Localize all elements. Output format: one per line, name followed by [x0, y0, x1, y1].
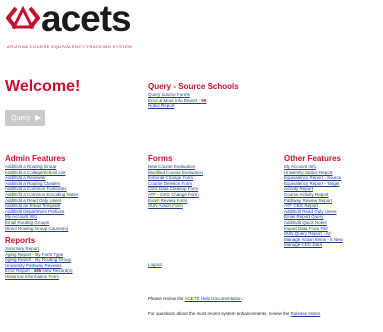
report-link[interactable]: Historical Information Form	[5, 274, 73, 280]
release-notes-text: For questions about the most recent syst…	[148, 311, 380, 317]
welcome-heading: Welcome!	[5, 78, 81, 95]
admin-feature-link[interactable]: Add/Edit a Common Encoding Notes	[5, 192, 78, 198]
forms-title: Forms	[148, 154, 173, 163]
admin-features-list: Add/Edit a Routing Group Add/Edit a Colle…	[5, 164, 78, 231]
help-prefix: Please review the	[148, 296, 184, 301]
acets-logo-mark-icon	[6, 6, 40, 30]
query-button-label: Query	[11, 114, 31, 122]
help-suffix: .	[241, 296, 243, 301]
other-features-list: My Account Info University Status Report E…	[284, 164, 343, 248]
logout-link[interactable]: Logout	[148, 262, 162, 267]
other-features-title: Other Features	[284, 154, 341, 163]
acets-logo[interactable]: acets ARIZONA COURSE EQUIVALENCY TRACKIN…	[4, 0, 164, 54]
other-feature-link[interactable]: Manage CEG Data	[284, 242, 343, 248]
admin-features-title: Admin Features	[5, 154, 66, 163]
query-source-schools-list: Query Source Forms Error & More Info Repo…	[148, 92, 206, 109]
form-link[interactable]: ATF - CEG Change Form	[148, 192, 203, 198]
report-link[interactable]: Aging Report - By Routing Group	[5, 257, 73, 263]
count-badge: 99	[201, 97, 207, 103]
help-documentation-link[interactable]: ACETS Help Documentation	[185, 296, 242, 301]
form-link[interactable]: New Course Evaluation	[148, 164, 203, 170]
count-badge: 486	[33, 268, 42, 274]
logo-wordmark: acets	[41, 0, 132, 39]
logo-tagline: ARIZONA COURSE EQUIVALENCY TRACKING SYST…	[7, 44, 133, 49]
query-button[interactable]: Query ▶	[5, 110, 45, 126]
release-notes-link[interactable]: Release Notes	[291, 311, 321, 316]
release-prefix: For questions about the most recent syst…	[148, 311, 290, 316]
form-link[interactable]: SUN Action Form	[148, 203, 203, 209]
reports-list: Summary Report Aging Report - By Form Typ…	[5, 246, 73, 280]
help-text: Please review the ACETS Help Documentati…	[148, 296, 380, 302]
release-suffix: .	[320, 311, 322, 316]
forms-list: New Course Evaluation Modified Course Eva…	[148, 164, 203, 209]
query-source-link[interactable]: Notes Report	[148, 103, 206, 109]
logout-link-wrap: Logout	[148, 262, 162, 268]
reports-title: Reports	[5, 236, 36, 245]
query-source-schools-title: Query - Source Schools	[148, 82, 239, 91]
play-icon: ▶	[35, 113, 42, 122]
other-feature-link[interactable]: Equivalency Report - Source	[284, 175, 343, 181]
admin-feature-link[interactable]: Direct Routing Group Course(s)	[5, 226, 78, 232]
acets-home-page: acets ARIZONA COURSE EQUIVALENCY TRACKIN…	[0, 0, 383, 332]
